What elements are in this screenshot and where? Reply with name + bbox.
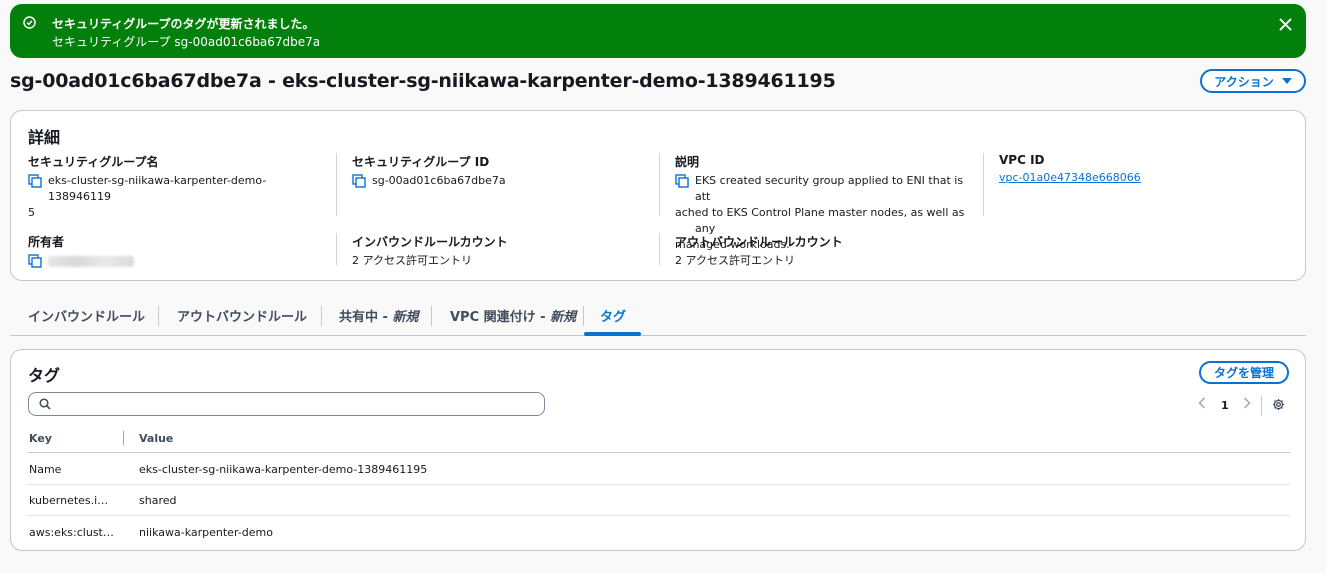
tab-outbound-rules[interactable]: アウトバウンドルール <box>177 306 307 325</box>
tab-inbound-rules[interactable]: インバウンドルール <box>28 306 145 325</box>
column-header-value[interactable]: Value <box>139 432 173 445</box>
outbound-count-value: 2 アクセス許可エントリ <box>675 254 795 267</box>
column-divider <box>659 233 660 265</box>
page-number[interactable]: 1 <box>1221 399 1229 412</box>
tags-heading: タグ <box>28 366 61 385</box>
chevron-left-icon[interactable] <box>1198 397 1206 409</box>
outbound-count-label: アウトバウンドルールカウント <box>675 235 843 249</box>
flash-message: セキュリティグループ sg-00ad01c6ba67dbe7a <box>52 35 321 49</box>
actions-button-label: アクション <box>1214 74 1274 89</box>
vpc-id-label: VPC ID <box>999 153 1045 167</box>
table-header-divider <box>28 452 1290 453</box>
success-flash-banner: セキュリティグループのタグが更新されました。 セキュリティグループ sg-00a… <box>10 4 1306 58</box>
sg-id-label: セキュリティグループ ID <box>352 155 490 169</box>
vpc-id-field: VPC ID vpc-01a0e47348e668066 <box>999 153 1289 186</box>
inbound-count-label: インバウンドルールカウント <box>352 235 508 249</box>
table-row-divider <box>28 484 1290 485</box>
description-line2: ached to EKS Control Plane master nodes,… <box>675 206 965 235</box>
details-heading: 詳細 <box>28 128 61 147</box>
owner-value-redacted <box>48 256 134 267</box>
table-cell-value: niikawa-karpenter-demo <box>139 526 273 539</box>
table-cell-key: kubernetes.i… <box>29 494 109 507</box>
table-cell-key: aws:eks:clust… <box>29 526 114 539</box>
sg-id-value: sg-00ad01c6ba67dbe7a <box>372 174 506 187</box>
tab-vpc-new: 新規 <box>550 310 577 325</box>
inbound-count-value: 2 アクセス許可エントリ <box>352 254 472 267</box>
owner-label: 所有者 <box>28 235 65 249</box>
outbound-count-field: アウトバウンドルールカウント 2 アクセス許可エントリ <box>675 233 975 269</box>
tags-panel: タグ タグを管理 1 Key Value Name eks-cluster-sg… <box>10 349 1306 551</box>
tab-separator <box>321 306 322 326</box>
gear-icon[interactable] <box>1272 398 1285 411</box>
tab-vpc-label: VPC 関連付け - <box>450 310 551 325</box>
copy-icon[interactable] <box>28 254 42 268</box>
column-divider <box>336 233 337 265</box>
column-header-key[interactable]: Key <box>29 432 52 445</box>
caret-down-icon <box>1281 78 1292 84</box>
tab-vpc-associations[interactable]: VPC 関連付け - 新規 <box>450 306 576 325</box>
sg-id-field: セキュリティグループ ID sg-00ad01c6ba67dbe7a <box>352 153 652 189</box>
tab-separator <box>583 306 584 326</box>
active-tab-indicator <box>584 332 641 336</box>
copy-icon[interactable] <box>352 174 366 188</box>
tab-sharing-new: 新規 <box>392 310 419 325</box>
table-cell-value: shared <box>139 494 177 507</box>
table-cell-key: Name <box>29 463 62 476</box>
description-line1: EKS created security group applied to EN… <box>695 174 964 203</box>
table-row-divider <box>28 515 1290 516</box>
tab-tags[interactable]: タグ <box>600 306 626 325</box>
column-divider <box>983 153 984 216</box>
search-input[interactable] <box>59 395 539 413</box>
tab-bar: インバウンドルール アウトバウンドルール 共有中 - 新規 VPC 関連付け -… <box>10 296 1306 336</box>
search-icon <box>39 398 51 410</box>
success-check-icon <box>23 16 36 29</box>
sg-name-label: セキュリティグループ名 <box>28 155 159 169</box>
tab-separator <box>431 306 432 326</box>
tab-separator <box>158 306 159 326</box>
column-resizer[interactable] <box>123 431 124 445</box>
column-divider <box>659 153 660 216</box>
column-divider <box>336 153 337 216</box>
tag-search-field[interactable] <box>28 392 545 416</box>
copy-icon[interactable] <box>675 174 689 188</box>
description-label: 説明 <box>675 155 700 169</box>
sg-name-value-line2: 5 <box>28 206 35 219</box>
owner-field: 所有者 <box>28 233 328 268</box>
actions-button[interactable]: アクション <box>1200 69 1306 93</box>
copy-icon[interactable] <box>28 174 42 188</box>
sg-name-field: セキュリティグループ名 eks-cluster-sg-niikawa-karpe… <box>28 153 328 221</box>
close-icon[interactable] <box>1279 18 1292 31</box>
sg-name-value-line1: eks-cluster-sg-niikawa-karpenter-demo-13… <box>48 174 267 203</box>
table-cell-value: eks-cluster-sg-niikawa-karpenter-demo-13… <box>139 463 428 476</box>
inbound-count-field: インバウンドルールカウント 2 アクセス許可エントリ <box>352 233 652 269</box>
chevron-right-icon[interactable] <box>1243 397 1251 409</box>
page-title: sg-00ad01c6ba67dbe7a - eks-cluster-sg-ni… <box>10 70 836 92</box>
details-panel: 詳細 セキュリティグループ名 eks-cluster-sg-niikawa-ka… <box>10 110 1306 281</box>
tab-sharing[interactable]: 共有中 - 新規 <box>339 306 418 325</box>
vpc-id-link[interactable]: vpc-01a0e47348e668066 <box>999 170 1141 186</box>
pager-separator <box>1261 396 1262 416</box>
manage-tags-button[interactable]: タグを管理 <box>1199 361 1289 384</box>
tab-sharing-label: 共有中 - <box>339 310 393 325</box>
flash-title: セキュリティグループのタグが更新されました。 <box>52 17 315 31</box>
